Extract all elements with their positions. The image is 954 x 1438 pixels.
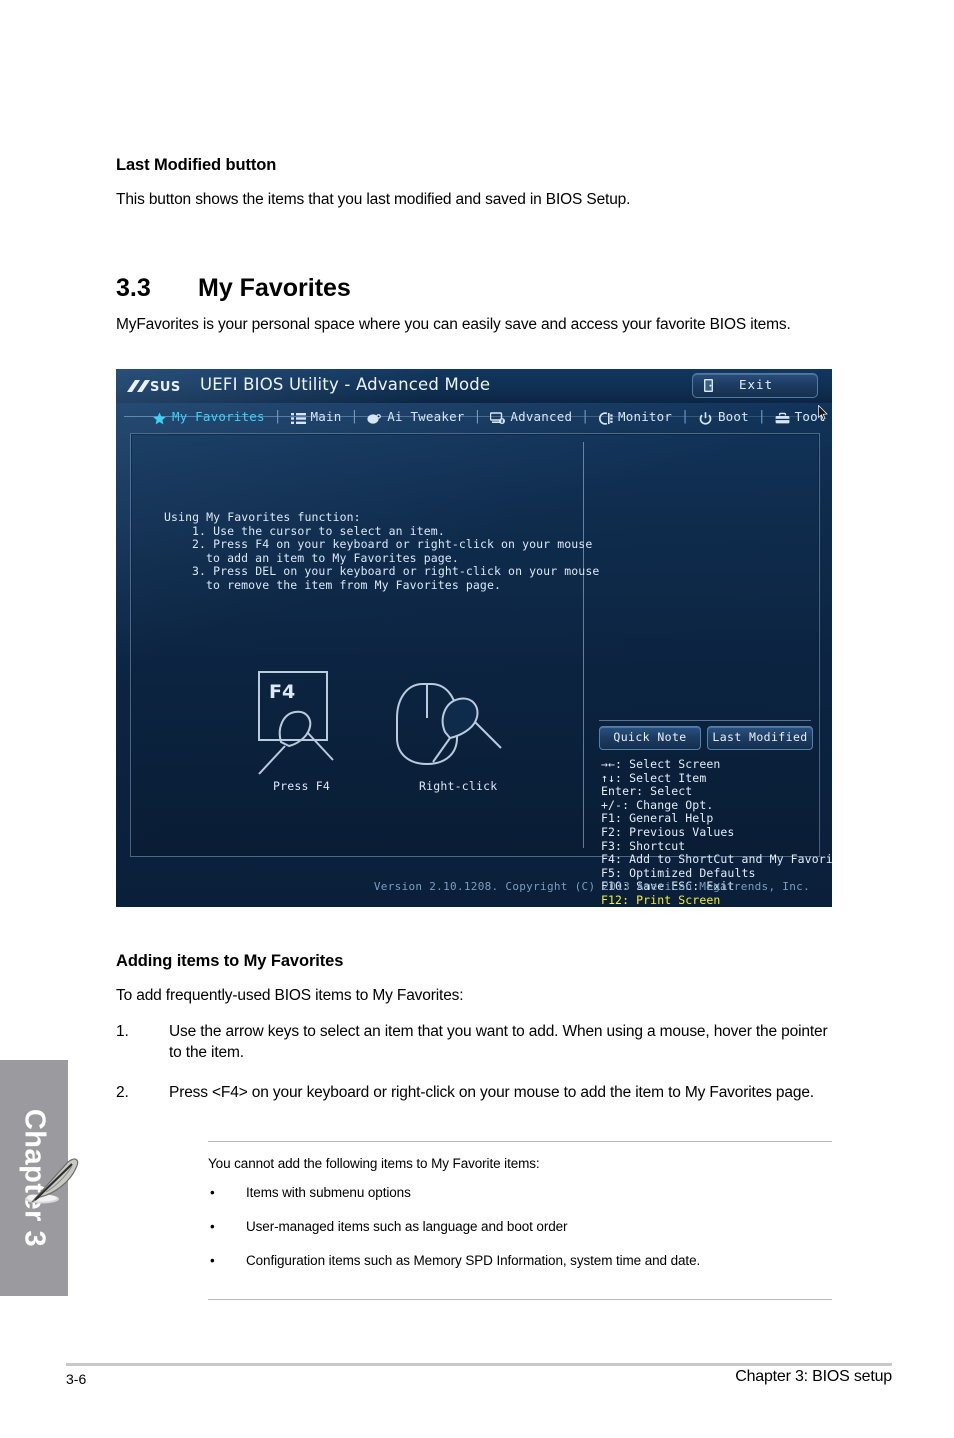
tab-label: Monitor [618, 408, 673, 424]
note-bullet-item: • Items with submenu options [208, 1185, 832, 1219]
nav-items: My Favorites | Main | Ai Tweaker | Advan… [150, 403, 832, 429]
note-bullet-item: • Configuration items such as Memory SPD… [208, 1253, 832, 1287]
tab-monitor[interactable]: Monitor [596, 403, 674, 429]
list-item-number: 2. [116, 1084, 129, 1101]
bios-footer: Version 2.10.1208. Copyright (C) 2013 Am… [116, 855, 832, 907]
note-bullet-item: • User-managed items such as language an… [208, 1219, 832, 1253]
exit-button[interactable]: Exit [692, 373, 818, 398]
svg-text:SUS: SUS [150, 380, 181, 394]
list-item-number: 1. [116, 1023, 129, 1040]
nav-separator: | [581, 408, 590, 424]
bios-nav-bar: My Favorites | Main | Ai Tweaker | Advan… [116, 403, 832, 429]
tab-main[interactable]: Main [289, 403, 344, 429]
manual-page: Chapter 3 Last Modified button This butt… [0, 0, 954, 1438]
press-f4-caption: Press F4 [273, 779, 330, 793]
tab-label: Boot [717, 408, 749, 424]
monitor-icon [598, 410, 613, 425]
exit-door-icon [704, 379, 713, 392]
tab-label: Advanced [510, 408, 573, 424]
quick-buttons-divider [599, 720, 811, 721]
adding-items-paragraph: To add frequently-used BIOS items to My … [116, 987, 464, 1004]
instructions-block: Using My Favorites function: 1. Use the … [164, 510, 600, 592]
note-box: You cannot add the following items to My… [25, 1141, 832, 1300]
note-lead-text: You cannot add the following items to My… [208, 1156, 540, 1171]
right-click-caption: Right-click [419, 779, 498, 793]
exit-button-label: Exit [739, 377, 774, 392]
tab-ai-tweaker[interactable]: Ai Tweaker [365, 403, 466, 429]
hotkey-line: F2: Previous Values [601, 824, 735, 839]
last-modified-heading: Last Modified button [116, 156, 277, 174]
note-bottom-divider [208, 1299, 832, 1300]
tab-boot[interactable]: Boot [696, 403, 751, 429]
nav-separator: | [273, 408, 282, 424]
instructions-title: Using My Favorites function: [164, 510, 361, 524]
tab-label: Ai Tweaker [387, 408, 465, 424]
bios-screenshot: SUS UEFI BIOS Utility - Advanced Mode Ex… [116, 369, 832, 907]
nav-separator: | [473, 408, 482, 424]
bullet-icon: • [210, 1185, 215, 1200]
instruction-line: 3. Press DEL on your keyboard or right-c… [192, 564, 600, 578]
last-modified-paragraph: This button shows the items that you las… [116, 191, 631, 208]
instruction-line: 1. Use the cursor to select an item. [192, 523, 445, 538]
bios-version-text: Version 2.10.1208. Copyright (C) 2013 Am… [373, 880, 810, 893]
nav-separator: | [681, 408, 689, 424]
bullet-icon: • [210, 1219, 215, 1234]
section-number: 3.3 [116, 274, 151, 302]
toolbox-icon [775, 410, 790, 423]
note-bullet-text: User-managed items such as language and … [246, 1219, 568, 1234]
nav-separator: | [757, 408, 766, 424]
list-item: 1. Use the arrow keys to select an item … [116, 1021, 832, 1063]
last-modified-button[interactable]: Last Modified [707, 726, 813, 750]
section-paragraph: MyFavorites is your personal space where… [116, 316, 791, 333]
footer-chapter-label: Chapter 3: BIOS setup [735, 1368, 892, 1385]
tab-my-favorites[interactable]: My Favorites [150, 403, 267, 429]
quill-icon [25, 1158, 79, 1204]
quick-note-label: Quick Note [613, 730, 687, 744]
nav-separator: | [350, 408, 359, 424]
last-modified-label: Last Modified [712, 730, 808, 744]
svg-text:F4: F4 [269, 681, 295, 703]
panel-divider [583, 442, 584, 848]
note-bullet-text: Items with submenu options [246, 1185, 411, 1200]
star-icon [152, 410, 167, 424]
bios-content-frame: Using My Favorites function: 1. Use the … [130, 433, 832, 907]
hotkey-line: F3: Shortcut [601, 838, 686, 853]
list-item: 2. Press <F4> on your keyboard or right-… [116, 1082, 832, 1103]
hotkey-line: →←: Select Screen [601, 757, 721, 771]
page-title: My Favorites [198, 274, 351, 302]
adding-items-heading: Adding items to My Favorites [116, 952, 344, 970]
bios-header: SUS UEFI BIOS Utility - Advanced Mode Ex… [116, 369, 832, 403]
instruction-line: 2. Press F4 on your keyboard or right-cl… [192, 537, 593, 551]
page-number: 3-6 [66, 1371, 87, 1387]
hotkey-line: +/-: Change Opt. [601, 797, 714, 812]
hotkey-line: F1: General Help [601, 811, 714, 826]
illustrations: F4 Press F4 Right-click [201, 666, 571, 796]
tab-label: Main [310, 408, 342, 424]
mouse-cursor-icon [818, 405, 828, 420]
tab-label: My Favorites [172, 408, 265, 424]
note-bullet-text: Configuration items such as Memory SPD I… [246, 1253, 701, 1268]
list-item-text: Use the arrow keys to select an item tha… [169, 1023, 828, 1061]
power-icon [698, 410, 713, 425]
footer-divider [66, 1363, 892, 1366]
quick-note-button[interactable]: Quick Note [599, 726, 701, 750]
hotkey-line: Enter: Select [601, 784, 693, 799]
tab-advanced[interactable]: Advanced [488, 403, 574, 429]
note-bullet-list: • Items with submenu options • User-mana… [208, 1185, 832, 1287]
advanced-icon [490, 410, 506, 424]
tweaker-icon [367, 410, 382, 424]
f4-and-mouse-illustration: F4 [258, 671, 502, 775]
hotkey-line: ↑↓: Select Item [601, 770, 707, 785]
list-icon [290, 410, 306, 424]
instruction-line: to add an item to My Favorites page. [206, 550, 459, 565]
bullet-icon: • [210, 1253, 215, 1268]
bios-title: UEFI BIOS Utility - Advanced Mode [200, 375, 491, 394]
instruction-line: to remove the item from My Favorites pag… [206, 577, 501, 592]
list-item-text: Press <F4> on your keyboard or right-cli… [169, 1084, 814, 1101]
asus-logo-icon: SUS [127, 380, 181, 394]
